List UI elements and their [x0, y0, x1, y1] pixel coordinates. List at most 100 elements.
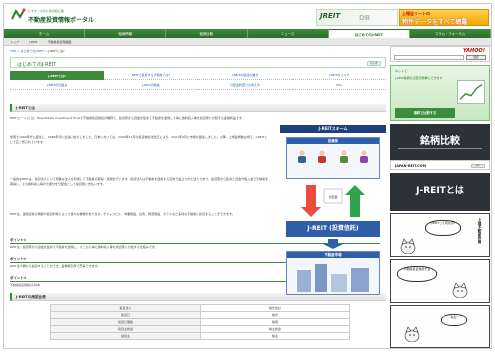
comic-panel-2: 不動産投資信託だよ [390, 259, 490, 303]
site-url-banner[interactable]: JAPAN-REIT.COM REIT [390, 160, 490, 170]
tab-risks[interactable]: J-REITのリスク [292, 71, 386, 80]
down-arrow-icon [323, 239, 343, 249]
speech-bubble: J-REITって何なの? [425, 220, 461, 236]
intro-paragraph-1: REIT(リート)とは、Real Estate Investment Trust… [10, 116, 245, 120]
yahoo-logo: YAHOO! [463, 48, 485, 54]
intro-paragraph-4: REITは、運用資産の規模や投資対象によって様々な種類があります。オフィスビル、… [10, 212, 235, 216]
table-row: 投資口 株式 [50, 311, 350, 319]
breadcrumb-current: J-REITとは? [48, 49, 65, 53]
ad-cta-button[interactable]: 無料で比較する [395, 108, 455, 118]
real-estate-box: 不動産市場 [286, 251, 380, 295]
intro-paragraph-3: 一般的なREITは、投資法人という特殊な法人を利用して不動産の取得・運用を行いま… [10, 177, 269, 186]
table-row: 投資口価格 株価 [50, 318, 350, 326]
main-content: はじめてのJ-REIT 初心者 J-REITとは? REITで投資する不動産とは… [10, 57, 386, 347]
nav-stock-info[interactable]: 銘柄情報 [85, 29, 167, 38]
table-row: 投資法人 株式会社 [50, 304, 350, 312]
nav-stock-compare[interactable]: 銘柄比較 [166, 29, 248, 38]
scheme-title: J-REITスキーム [280, 125, 386, 133]
sidebar: YAHOO! 検索 ネットで J-REIT銘柄の比較が簡単にできます 無料で比較… [390, 46, 490, 348]
stock-compare-ad[interactable]: 銘柄比較 [390, 124, 490, 160]
beginner-badge: 初心者 [367, 61, 381, 66]
jreit-center-box: J-REIT (投資信託) [286, 221, 380, 237]
tab-appeal[interactable]: J-REITの投資の魅力 [198, 71, 292, 80]
comic-strip[interactable]: J-REITって何なの? 上場不動産投資 不動産投資信託だよ 先生! [390, 213, 490, 348]
investor-icon [318, 150, 326, 163]
cat-character-icon [404, 326, 420, 342]
jreit-logo-icon[interactable] [10, 8, 26, 22]
logo-subtitle: ビギナーズのための初心者 [28, 9, 64, 13]
subnav-jreit[interactable]: J-REIT [29, 40, 38, 44]
stock-compare-title: 銘柄比較 [420, 136, 460, 147]
property-data-banner[interactable]: 上場全リートの 物件データをすべて網羅 [399, 9, 489, 26]
banner-logo: JREIT [320, 12, 341, 20]
term-stock: 株価 [200, 318, 350, 326]
page-frame: ビギナーズのための初心者 不動産投資情報ポータル JREIT DB 上場全リート… [3, 3, 492, 349]
term-stock: 株式 [200, 311, 350, 319]
topic-tabs-row-1: J-REITとは? REITで投資する不動産とは? J-REITの投資の魅力 J… [10, 71, 386, 80]
arrow-label: 分配金 [328, 194, 337, 199]
table-row: 投資主総会 株主総会 [50, 325, 350, 333]
search-button[interactable]: 検索 [466, 55, 486, 60]
site-url-badge: REIT [471, 164, 485, 168]
logo-title[interactable]: 不動産投資情報ポータル [28, 15, 94, 24]
breadcrumb-beginners[interactable]: はじめてのJ-REIT [20, 49, 44, 53]
term-stock: 株主総会 [200, 325, 350, 333]
tab-faq[interactable]: FAQ [292, 81, 386, 90]
buildings-icon [297, 264, 369, 292]
term-stock: 株主 [200, 332, 350, 340]
intro-paragraph-2: 米国で1960年代に誕生し、1980年代に急速に拡大しました。日本においては、2… [10, 135, 268, 144]
cat-character-icon [452, 282, 468, 298]
term-reit: 投資口価格 [50, 318, 201, 326]
nav-column[interactable]: コラム・フォーラム [410, 29, 491, 38]
ad-chart-icon [457, 80, 485, 104]
search-input[interactable] [394, 55, 464, 60]
tab-property-types[interactable]: REITで投資する不動産とは? [104, 71, 198, 80]
tab-mechanism[interactable]: J-REITの仕組み [10, 81, 104, 90]
site-url: JAPAN-REIT.COM [395, 164, 426, 168]
nav-beginners[interactable]: はじめてのJ-REIT [328, 29, 410, 38]
page-title: はじめてのJ-REIT [17, 62, 57, 68]
term-reit: 投資口 [50, 311, 201, 319]
term-reit: 投資法人 [50, 304, 201, 312]
table-row: 投資主 株主 [50, 332, 350, 340]
main-nav: ホーム 銘柄情報 銘柄比較 ニュース はじめてのJ-REIT コラム・フォーラム [4, 29, 491, 38]
comic-panel-3: 先生! [390, 305, 490, 348]
subnav-top[interactable]: トップ [10, 40, 19, 44]
section-heading: J-REITとは [10, 104, 386, 112]
speech-bubble: 先生! [441, 314, 467, 326]
tab-yield[interactable]: 分配金利回りの考え方 [198, 81, 292, 90]
flow-arrows-icon: 分配金 [301, 185, 365, 217]
jreit-scheme-diagram: J-REITスキーム 投資家 分配金 J-REIT (投資信託) 不動産市場 [280, 125, 386, 297]
investors-box: 投資家 [286, 137, 380, 179]
banner-db-text: DB [359, 14, 371, 22]
cat-character-icon [400, 238, 416, 254]
terms-table: 投資法人 株式会社 投資口 株式 投資口価格 株価 投資主総会 株主総会 投資主 株主 [50, 304, 350, 340]
banner-line-2: 物件データをすべて網羅 [402, 19, 468, 26]
real-estate-label: 不動産市場 [287, 252, 379, 258]
subnav-glossary[interactable]: 不動産投資用語集 [48, 40, 72, 44]
comic-side-text: 上場不動産投資 [478, 218, 482, 244]
compare-ad[interactable]: ネットで J-REIT銘柄の比較が簡単にできます 無料で比較する [390, 65, 490, 121]
term-reit: 投資主総会 [50, 325, 201, 333]
breadcrumb: TOP > はじめてのJ-REIT > J-REITとは? [10, 49, 65, 53]
investor-icon [298, 150, 306, 163]
divider [398, 148, 482, 149]
nav-home[interactable]: ホーム [4, 29, 86, 38]
jreit-db-banner[interactable]: JREIT DB [316, 9, 398, 26]
investors-label: 投資家 [287, 138, 379, 144]
term-reit: 投資主 [50, 332, 201, 340]
nav-news[interactable]: ニュース [248, 29, 329, 38]
comic-panel-1: J-REITって何なの? 上場不動産投資 [390, 213, 490, 257]
page-header: はじめてのJ-REIT 初心者 [10, 57, 386, 68]
tab-tax[interactable]: J-REITの税金 [104, 81, 198, 90]
tab-what-is-jreit[interactable]: J-REITとは? [10, 71, 104, 80]
investor-icon [340, 150, 348, 163]
term-stock: 株式会社 [200, 304, 350, 312]
ad-text: J-REIT銘柄の比較が簡単にできます [395, 76, 443, 80]
speech-bubble: 不動産投資信託だよ [397, 266, 437, 282]
what-is-jreit-card[interactable]: J-REITとは [390, 173, 490, 211]
breadcrumb-top[interactable]: TOP [10, 49, 16, 53]
sub-nav: トップ J-REIT 不動産投資用語集 [4, 38, 491, 46]
site-header: ビギナーズのための初心者 不動産投資情報ポータル JREIT DB 上場全リート… [4, 4, 491, 28]
ad-eyebrow: ネットで [395, 69, 408, 73]
